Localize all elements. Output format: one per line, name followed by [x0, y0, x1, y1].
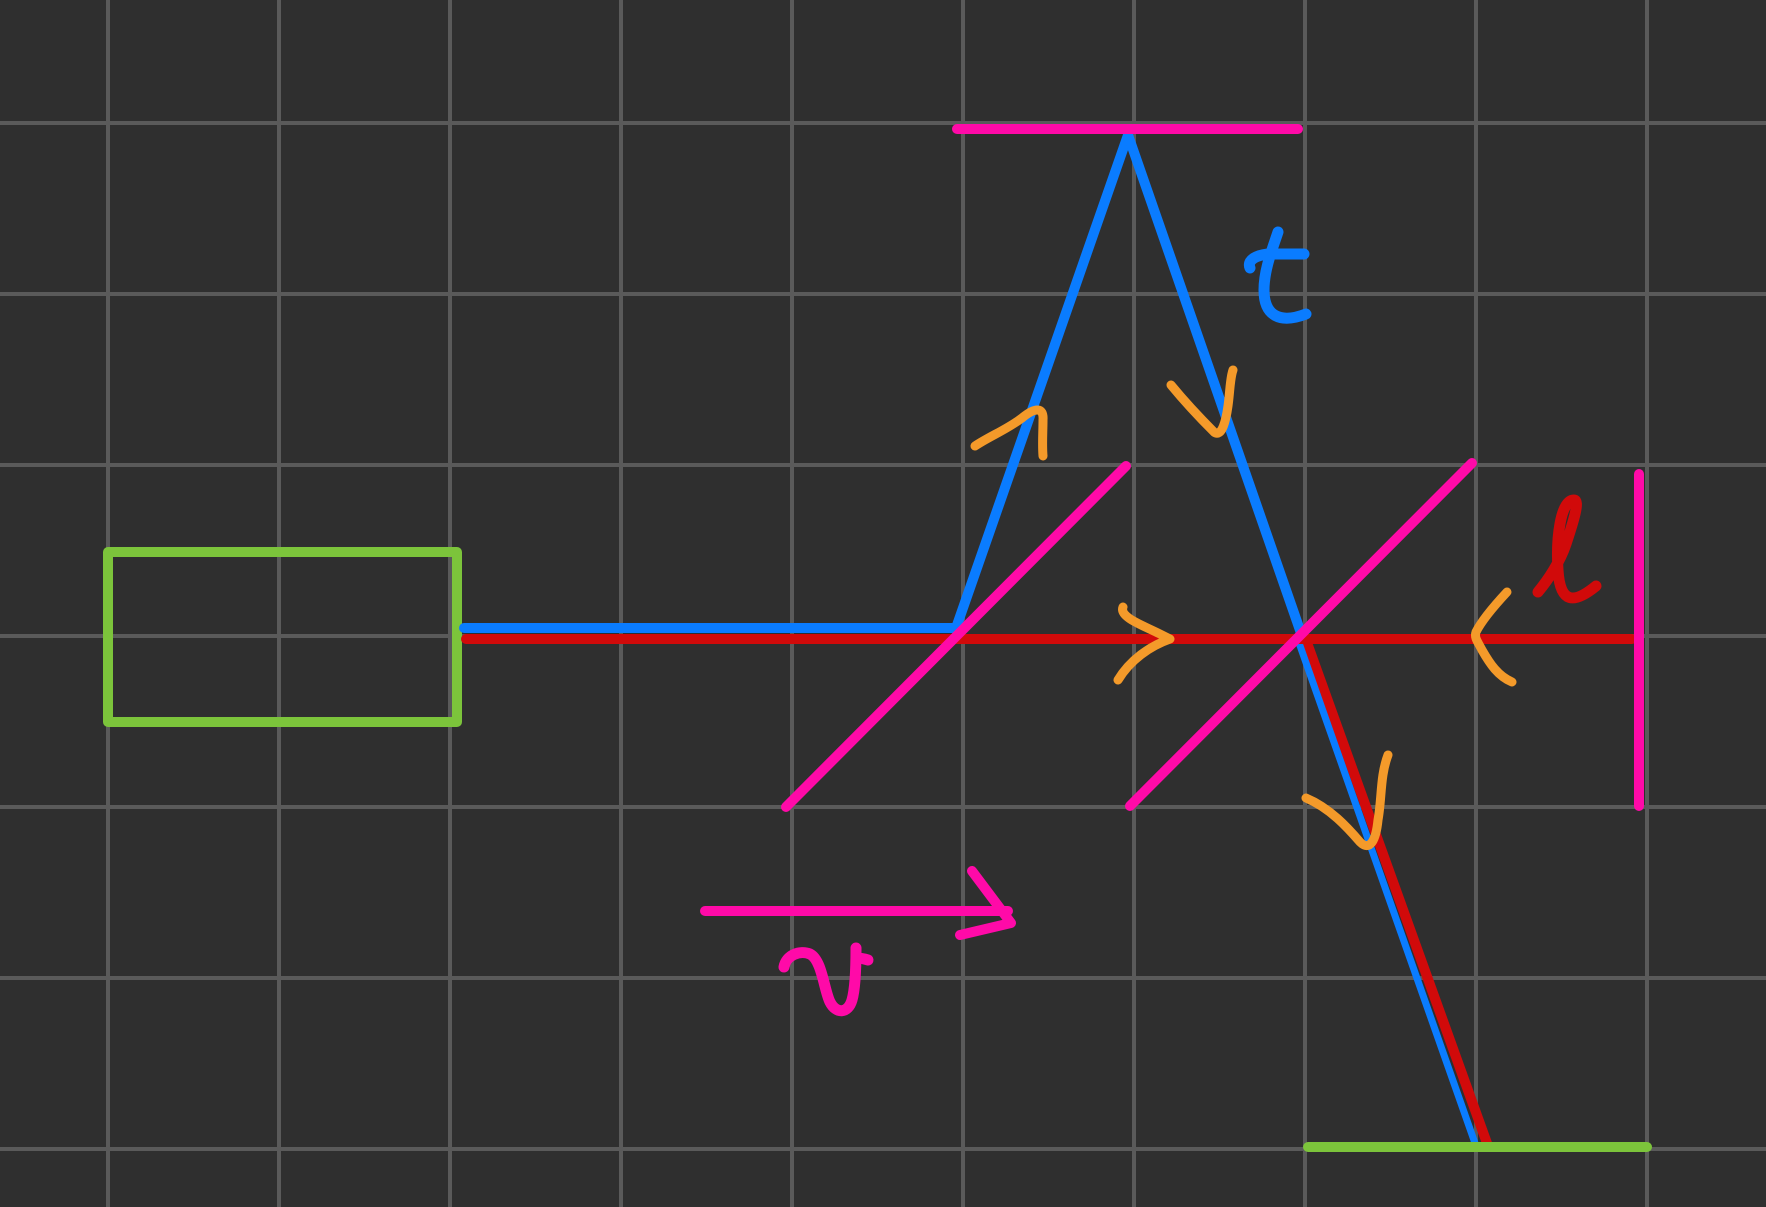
- label-t: t: [1243, 226, 1312, 324]
- interferometer-diagram: t l v: [0, 0, 1766, 1207]
- velocity-arrow: [700, 866, 1016, 940]
- direction-arrows: [970, 365, 1517, 850]
- output-beam-red: [1301, 635, 1493, 1151]
- label-l: l: [1532, 494, 1602, 604]
- diagram-canvas: t l v: [0, 0, 1766, 1207]
- output-beam-blue: [1294, 636, 1480, 1150]
- vertical-arm-beam-down: [1123, 130, 1307, 641]
